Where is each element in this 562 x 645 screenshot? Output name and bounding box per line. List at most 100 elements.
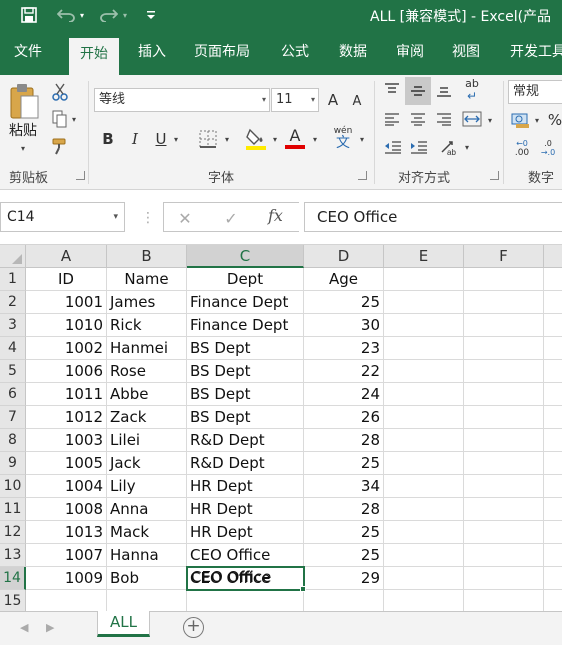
cell-age-row-14[interactable]: 29 bbox=[304, 567, 384, 590]
font-color-button[interactable]: A bbox=[284, 125, 306, 151]
format-painter-icon[interactable] bbox=[49, 135, 71, 157]
cell-id-row-7[interactable]: 1012 bbox=[26, 406, 107, 429]
row-header-10[interactable]: 10 bbox=[0, 475, 26, 498]
cell-name-row-5[interactable]: Rose bbox=[107, 360, 187, 383]
align-bottom-icon[interactable] bbox=[433, 79, 455, 101]
cell-f-row-14[interactable] bbox=[464, 567, 544, 590]
cell-f-row-12[interactable] bbox=[464, 521, 544, 544]
paste-dropdown-icon[interactable]: ▾ bbox=[16, 142, 30, 154]
save-icon[interactable] bbox=[18, 5, 40, 25]
cell-f-row-5[interactable] bbox=[464, 360, 544, 383]
cell-e-row-10[interactable] bbox=[384, 475, 464, 498]
grow-font-button[interactable]: A bbox=[323, 89, 343, 111]
italic-button[interactable]: I bbox=[125, 127, 145, 151]
cell-e-row-6[interactable] bbox=[384, 383, 464, 406]
undo-icon[interactable] bbox=[55, 5, 77, 25]
phonetic-button[interactable]: wén 文 bbox=[331, 125, 355, 151]
cell-g-row-3[interactable] bbox=[544, 314, 562, 337]
row-header-4[interactable]: 4 bbox=[0, 337, 26, 360]
cell-e-row-3[interactable] bbox=[384, 314, 464, 337]
cell-e-row-4[interactable] bbox=[384, 337, 464, 360]
percent-style-button[interactable]: % bbox=[548, 109, 562, 131]
drag-handle-icon[interactable]: ⋮ bbox=[141, 210, 155, 226]
cell-g-row-14[interactable] bbox=[544, 567, 562, 590]
cell-id-row-1[interactable]: ID bbox=[26, 268, 107, 291]
cell-age-row-3[interactable]: 30 bbox=[304, 314, 384, 337]
tab-review[interactable]: 审阅 bbox=[396, 30, 424, 75]
cell-dept-row-8[interactable]: R&D Dept bbox=[187, 429, 304, 452]
cell-dept-row-12[interactable]: HR Dept bbox=[187, 521, 304, 544]
cell-g-row-7[interactable] bbox=[544, 406, 562, 429]
cell-g-row-13[interactable] bbox=[544, 544, 562, 567]
cell-e-row-7[interactable] bbox=[384, 406, 464, 429]
name-box[interactable]: C14 ▾ bbox=[0, 202, 125, 232]
cell-age-row-9[interactable]: 25 bbox=[304, 452, 384, 475]
cell-f-row-8[interactable] bbox=[464, 429, 544, 452]
cell-e-row-12[interactable] bbox=[384, 521, 464, 544]
cell-id-row-8[interactable]: 1003 bbox=[26, 429, 107, 452]
fill-color-icon[interactable] bbox=[244, 125, 268, 151]
column-header-e[interactable]: E bbox=[384, 245, 464, 268]
increase-decimal-button[interactable]: ←0 .00 bbox=[511, 135, 533, 161]
cut-icon[interactable] bbox=[49, 81, 71, 103]
fill-color-dropdown-icon[interactable]: ▾ bbox=[270, 131, 280, 147]
cell-age-row-5[interactable]: 22 bbox=[304, 360, 384, 383]
cell-name-row-3[interactable]: Rick bbox=[107, 314, 187, 337]
cell-f-row-4[interactable] bbox=[464, 337, 544, 360]
column-header-next[interactable] bbox=[544, 245, 562, 268]
column-header-b[interactable]: B bbox=[107, 245, 187, 268]
tab-file[interactable]: 文件 bbox=[14, 30, 42, 75]
cell-id-row-9[interactable]: 1005 bbox=[26, 452, 107, 475]
cell-name-row-11[interactable]: Anna bbox=[107, 498, 187, 521]
cell-age-row-11[interactable]: 28 bbox=[304, 498, 384, 521]
cell-name-row-7[interactable]: Zack bbox=[107, 406, 187, 429]
cell-age-row-10[interactable]: 34 bbox=[304, 475, 384, 498]
cell-g-row-1[interactable] bbox=[544, 268, 562, 291]
cell-g-row-12[interactable] bbox=[544, 521, 562, 544]
select-all-button[interactable] bbox=[0, 245, 26, 268]
active-cell[interactable]: CEO Office bbox=[186, 566, 305, 591]
cell-f-row-6[interactable] bbox=[464, 383, 544, 406]
cell-g-row-5[interactable] bbox=[544, 360, 562, 383]
redo-dropdown-icon[interactable]: ▾ bbox=[123, 5, 127, 25]
cell-dept-row-6[interactable]: BS Dept bbox=[187, 383, 304, 406]
undo-dropdown-icon[interactable]: ▾ bbox=[80, 5, 84, 25]
row-header-11[interactable]: 11 bbox=[0, 498, 26, 521]
font-size-combo[interactable]: 11 ▾ bbox=[271, 88, 319, 112]
cell-name-row-10[interactable]: Lily bbox=[107, 475, 187, 498]
cell-f-row-15[interactable] bbox=[464, 590, 544, 611]
cell-f-row-11[interactable] bbox=[464, 498, 544, 521]
row-header-15[interactable]: 15 bbox=[0, 590, 26, 611]
cell-name-row-14[interactable]: Bob bbox=[107, 567, 187, 590]
cell-g-row-4[interactable] bbox=[544, 337, 562, 360]
row-header-2[interactable]: 2 bbox=[0, 291, 26, 314]
cell-id-row-4[interactable]: 1002 bbox=[26, 337, 107, 360]
cell-age-row-15[interactable] bbox=[304, 590, 384, 611]
cell-id-row-6[interactable]: 1011 bbox=[26, 383, 107, 406]
paste-button[interactable]: 粘贴 bbox=[6, 121, 40, 139]
cell-dept-row-11[interactable]: HR Dept bbox=[187, 498, 304, 521]
cell-g-row-8[interactable] bbox=[544, 429, 562, 452]
cell-g-row-11[interactable] bbox=[544, 498, 562, 521]
borders-dropdown-icon[interactable]: ▾ bbox=[222, 131, 232, 147]
cell-age-row-8[interactable]: 28 bbox=[304, 429, 384, 452]
cell-age-row-1[interactable]: Age bbox=[304, 268, 384, 291]
cell-e-row-2[interactable] bbox=[384, 291, 464, 314]
chevron-down-icon[interactable]: ▾ bbox=[113, 203, 118, 231]
orientation-dropdown-icon[interactable]: ▾ bbox=[462, 139, 472, 155]
cell-age-row-13[interactable]: 25 bbox=[304, 544, 384, 567]
underline-dropdown-icon[interactable]: ▾ bbox=[171, 131, 181, 147]
tab-home[interactable]: 开始 bbox=[69, 38, 119, 75]
cell-g-row-10[interactable] bbox=[544, 475, 562, 498]
cell-id-row-3[interactable]: 1010 bbox=[26, 314, 107, 337]
borders-icon[interactable] bbox=[196, 128, 220, 150]
column-header-a[interactable]: A bbox=[26, 245, 107, 268]
cell-name-row-4[interactable]: Hanmei bbox=[107, 337, 187, 360]
cell-id-row-2[interactable]: 1001 bbox=[26, 291, 107, 314]
merge-dropdown-icon[interactable]: ▾ bbox=[485, 112, 495, 128]
cell-dept-row-4[interactable]: BS Dept bbox=[187, 337, 304, 360]
cell-e-row-13[interactable] bbox=[384, 544, 464, 567]
clipboard-launcher-icon[interactable] bbox=[76, 171, 85, 180]
cell-age-row-12[interactable]: 25 bbox=[304, 521, 384, 544]
wrap-text-button[interactable]: ab ↵ bbox=[459, 77, 485, 103]
